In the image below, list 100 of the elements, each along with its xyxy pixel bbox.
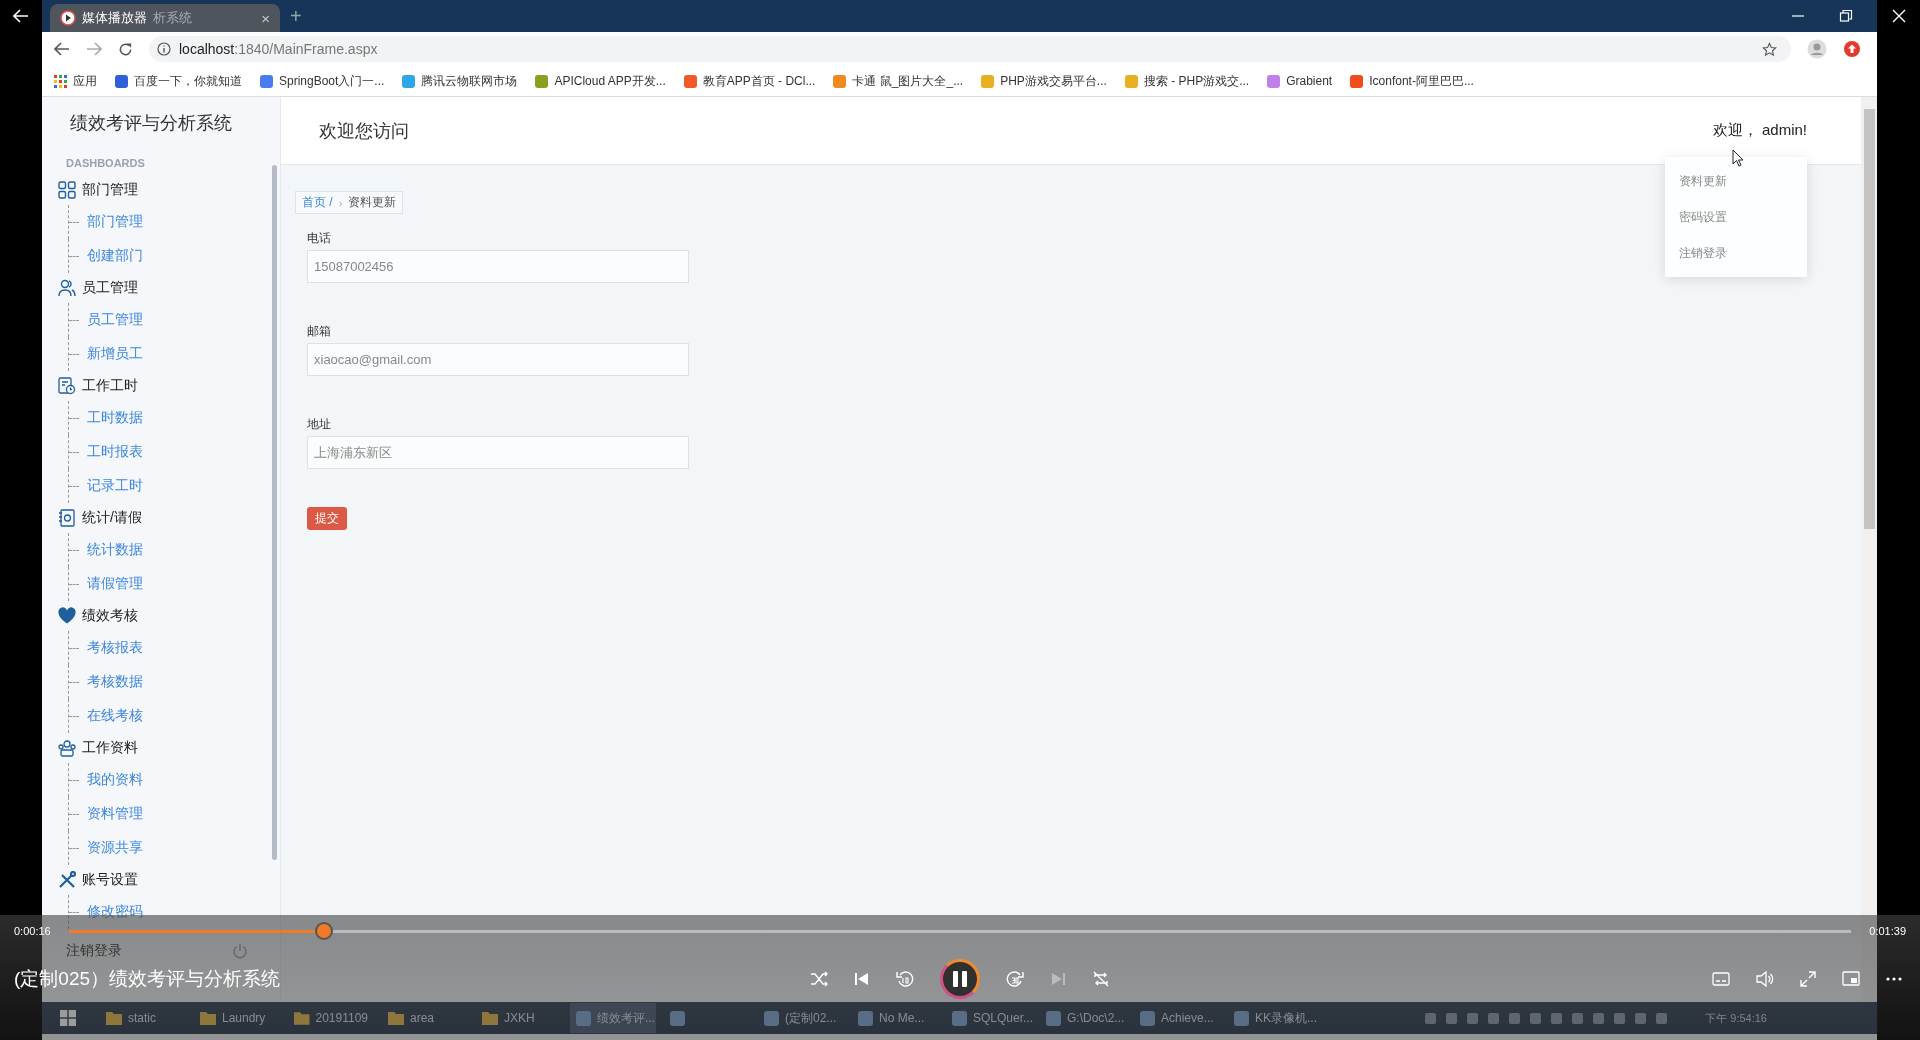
user-greeting[interactable]: 欢迎， admin! [1712, 121, 1807, 140]
star-icon[interactable] [1762, 41, 1777, 57]
app-icon [764, 1010, 779, 1026]
input-field[interactable]: 15087002456 [307, 250, 689, 283]
taskbar-item[interactable]: area [382, 1003, 468, 1033]
bookmark[interactable]: APICloud APP开发... [535, 72, 666, 90]
menu-link[interactable]: 考核报表 [87, 639, 143, 657]
team-icon [58, 739, 76, 757]
logout-link[interactable]: 注销登录 [66, 942, 122, 960]
taskbar-item[interactable]: Laundry [194, 1003, 280, 1033]
menu-link[interactable]: 部门管理 [87, 213, 143, 231]
new-tab-button[interactable]: + [290, 4, 302, 28]
breadcrumb-link[interactable]: 首页 / [302, 194, 333, 211]
menu-link[interactable]: 修改密码 [87, 903, 143, 921]
volume-icon[interactable] [1756, 971, 1774, 987]
menu-item[interactable]: 注销登录 [1665, 235, 1807, 271]
mini-player-icon[interactable] [1842, 971, 1860, 987]
app-icon [670, 1010, 685, 1026]
url-text: localhost:1840/MainFrame.aspx [179, 41, 378, 57]
bookmark[interactable]: 应用 [54, 72, 97, 90]
more-icon[interactable] [1886, 977, 1902, 981]
menu-link[interactable]: 我的资料 [87, 771, 143, 789]
taskbar-item[interactable]: 绩效考评... [570, 1003, 656, 1033]
forward-icon[interactable] [1006, 970, 1024, 988]
avatar-icon[interactable] [1807, 39, 1827, 59]
scrollbar-thumb[interactable] [272, 165, 277, 860]
taskbar-item[interactable]: KK录像机... [1228, 1003, 1314, 1033]
rewind-icon[interactable] [896, 970, 914, 988]
taskbar-item[interactable]: JXKH [476, 1003, 562, 1033]
back-icon[interactable] [11, 8, 31, 24]
next-icon[interactable] [1050, 971, 1066, 987]
menu-group[interactable]: 统计/请假 [52, 503, 272, 533]
bookmark[interactable]: PHP游戏交易平台... [981, 72, 1107, 90]
menu-link[interactable]: 资源共享 [87, 839, 143, 857]
menu-group[interactable]: 部门管理 [52, 175, 272, 205]
total-time: 0:01:39 [1869, 925, 1906, 937]
menu-link[interactable]: 请假管理 [87, 575, 143, 593]
back-arrow-icon[interactable] [54, 42, 70, 56]
menu-link[interactable]: 记录工时 [87, 477, 143, 495]
folder-icon [388, 1011, 404, 1025]
browser-tab[interactable]: 媒体播放器 析系统 × [50, 4, 280, 32]
menu-group[interactable]: 工作工时 [52, 371, 272, 401]
menu-link[interactable]: 创建部门 [87, 247, 143, 265]
repeat-off-icon[interactable] [1092, 970, 1110, 988]
menu-link[interactable]: 工时数据 [87, 409, 143, 427]
menu-link[interactable]: 在线考核 [87, 707, 143, 725]
play-icon [60, 10, 76, 26]
menu-link[interactable]: 工时报表 [87, 443, 143, 461]
clock: 下午 9:54:16 [1705, 1010, 1767, 1026]
menu-group[interactable]: 账号设置 [52, 865, 272, 895]
menu-link[interactable]: 新增员工 [87, 345, 143, 363]
previous-icon[interactable] [854, 971, 870, 987]
subtitles-icon[interactable] [1712, 972, 1730, 986]
restore-icon[interactable] [1839, 9, 1853, 23]
section-label: DASHBOARDS [66, 157, 146, 169]
field-label: 地址 [307, 416, 332, 433]
taskbar-item[interactable]: G:\Doc\2... [1040, 1003, 1126, 1033]
menu-group[interactable]: 绩效考核 [52, 601, 272, 631]
menu-item[interactable]: 资料更新 [1665, 163, 1807, 199]
bookmark[interactable]: SpringBoot入门一... [260, 72, 385, 90]
reload-icon[interactable] [118, 41, 133, 57]
bookmark[interactable]: 卡通 鼠_图片大全_... [833, 72, 964, 90]
submit-button[interactable]: 提交 [307, 507, 347, 530]
close-icon[interactable] [1891, 9, 1906, 23]
menu-group[interactable]: 员工管理 [52, 273, 272, 303]
bookmark[interactable]: 腾讯云物联网市场 [402, 72, 518, 90]
progress-handle[interactable] [316, 924, 331, 938]
update-icon[interactable] [1843, 40, 1861, 58]
bookmark[interactable]: Grabient [1267, 74, 1333, 88]
bookmark[interactable]: 搜索 - PHP游戏交... [1124, 72, 1250, 90]
taskbar-item[interactable]: SQLQuer... [946, 1003, 1032, 1033]
fullscreen-icon[interactable] [1800, 971, 1816, 987]
apps-icon [54, 74, 67, 88]
app-icon [1234, 1010, 1249, 1026]
bookmark[interactable]: 百度一下，你就知道 [115, 72, 242, 90]
bookmark[interactable]: 教育APP首页 - DCl... [683, 72, 816, 90]
taskbar-item[interactable]: No Me... [852, 1003, 938, 1033]
menu-item[interactable]: 密码设置 [1665, 199, 1807, 235]
menu-link[interactable]: 统计数据 [87, 541, 143, 559]
shuffle-icon[interactable] [810, 971, 828, 987]
folder-icon [482, 1011, 498, 1025]
power-icon[interactable] [232, 943, 248, 959]
input-field[interactable]: xiaocao@gmail.com [307, 343, 689, 376]
scrollbar-thumb[interactable] [1863, 109, 1875, 529]
taskbar-item[interactable]: Achieve... [1134, 1003, 1220, 1033]
heart-icon [58, 607, 76, 625]
input-field[interactable]: 上海浦东新区 [307, 436, 689, 469]
menu-link[interactable]: 资料管理 [87, 805, 143, 823]
menu-group[interactable]: 工作资料 [52, 733, 272, 763]
windows-icon[interactable] [60, 1010, 76, 1026]
tab-close[interactable]: × [261, 9, 270, 27]
url-field[interactable]: localhost:1840/MainFrame.aspx [149, 36, 1791, 62]
forward-arrow-icon[interactable] [86, 42, 102, 56]
taskbar-item[interactable]: (定制02... [758, 1003, 844, 1033]
taskbar-item[interactable]: static [100, 1003, 186, 1033]
folder-icon [200, 1011, 216, 1025]
menu-link[interactable]: 员工管理 [87, 311, 143, 329]
taskbar-item[interactable]: 20191109 [288, 1003, 374, 1033]
menu-link[interactable]: 考核数据 [87, 673, 143, 691]
bookmark[interactable]: Iconfont-阿里巴巴... [1350, 72, 1474, 90]
